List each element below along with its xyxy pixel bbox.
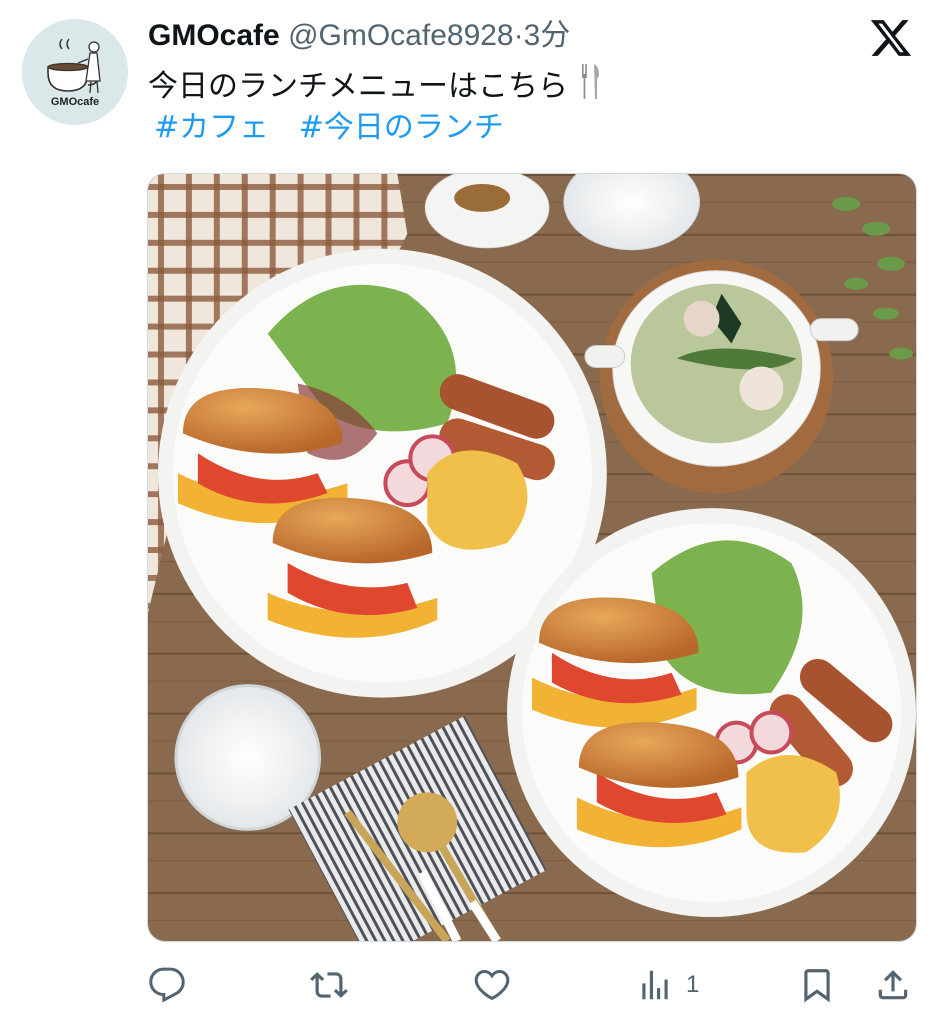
separator-dot: · bbox=[513, 19, 524, 52]
retweet-button[interactable] bbox=[310, 960, 360, 1010]
bookmark-button[interactable] bbox=[798, 960, 836, 1010]
tweet-header: GMOcafe @GmOcafe8928·3分 bbox=[148, 14, 570, 58]
fork-and-knife-icon bbox=[582, 64, 599, 99]
views-button[interactable]: 1 bbox=[636, 960, 699, 1010]
hashtag-cafe[interactable]: #カフェ bbox=[154, 110, 269, 145]
reply-button[interactable] bbox=[148, 960, 198, 1010]
hashtag-todays-lunch[interactable]: #今日のランチ bbox=[299, 110, 504, 145]
x-logo-icon[interactable] bbox=[868, 16, 914, 60]
timestamp[interactable]: 3分 bbox=[524, 19, 571, 52]
hashtags: #カフェ #今日のランチ bbox=[154, 106, 524, 150]
bookmark-icon bbox=[804, 969, 830, 1003]
display-name[interactable]: GMOcafe bbox=[148, 19, 280, 52]
lunch-photo-illustration bbox=[148, 174, 916, 941]
retweet-icon bbox=[310, 972, 348, 998]
views-count: 1 bbox=[686, 971, 700, 998]
tweet-photo[interactable] bbox=[147, 173, 917, 942]
avatar[interactable]: GMOcafe bbox=[22, 19, 128, 125]
like-button[interactable] bbox=[473, 960, 523, 1010]
heart-icon bbox=[474, 970, 510, 1001]
share-button[interactable] bbox=[874, 960, 912, 1010]
tweet-text: 今日のランチメニューはこちら bbox=[148, 69, 568, 104]
tweet-text-line: 今日のランチメニューはこちら bbox=[148, 62, 602, 109]
user-handle[interactable]: @GmOcafe8928 bbox=[288, 19, 514, 52]
cafe-logo-icon: GMOcafe bbox=[22, 19, 128, 125]
views-chart-icon bbox=[642, 970, 668, 1000]
avatar-text: GMOcafe bbox=[51, 96, 99, 108]
share-icon bbox=[878, 970, 908, 1000]
reply-icon bbox=[149, 967, 185, 1003]
